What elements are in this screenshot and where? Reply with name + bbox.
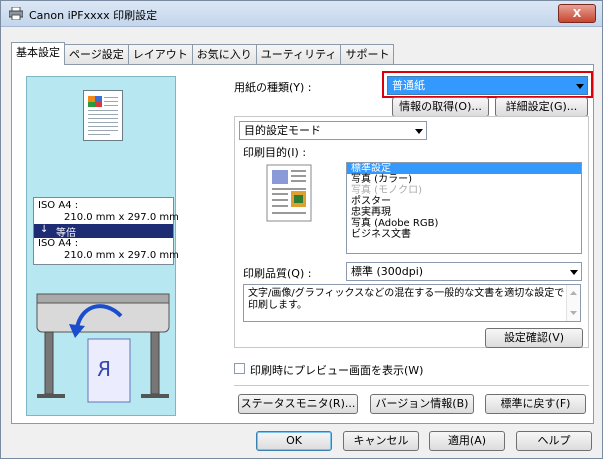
quality-value: 標準 (300dpi) [351,265,424,278]
description-box: 文字/画像/グラフィックスなどの混在する一般的な文書を適切な設定で印刷します。 [243,284,581,322]
tab-bar: 基本設定 ページ設定 レイアウト お気に入り ユーティリティ サポート [11,42,395,65]
list-item: 写真 (モノクロ) [351,185,422,196]
source-dimensions: 210.0 mm x 297.0 mm [64,212,179,223]
version-info-button[interactable]: バージョン情報(B) [370,394,474,414]
status-monitor-button[interactable]: ステータスモニタ(R)... [238,394,358,414]
tab-utility[interactable]: ユーティリティ [255,44,342,65]
apply-button[interactable]: 適用(A) [429,431,505,451]
print-settings-window: Canon iPFxxxx 印刷設定 X 基本設定 ページ設定 レイアウト お気… [0,0,603,459]
output-dimensions: 210.0 mm x 297.0 mm [64,250,179,261]
tab-layout[interactable]: レイアウト [127,44,193,65]
text-line [88,114,118,115]
purpose-list[interactable]: 標準設定 写真 (カラー) 写真 (モノクロ) ポスター 忠実再現 写真 (Ad… [346,162,582,254]
title-bar: Canon iPFxxxx 印刷設定 X [1,1,602,27]
text-line [104,105,118,106]
tab-page-setup[interactable]: ページ設定 [64,44,129,65]
scroll-up-icon[interactable] [570,291,577,295]
help-button[interactable]: ヘルプ [516,431,592,451]
text-line [88,110,118,111]
media-type-value: 普通紙 [392,79,425,92]
preview-checkbox[interactable] [234,363,245,374]
list-item[interactable]: ビジネス文書 [347,229,581,240]
preview-checkbox-label[interactable]: 印刷時にプレビュー画面を表示(W) [250,362,423,378]
divider [234,385,589,386]
details-button[interactable]: 詳細設定(G)... [495,97,588,117]
text-line [104,101,118,102]
tab-support[interactable]: サポート [340,44,395,65]
magnification-row: ↓ 等倍 [34,224,173,239]
media-type-label: 用紙の種類(Y) : [234,81,312,94]
mode-select[interactable]: 目的設定モード [239,121,427,140]
list-item[interactable]: 標準設定 [347,163,581,174]
scroll-down-icon[interactable] [570,311,577,315]
magnification-label: 等倍 [56,228,76,239]
restore-defaults-button[interactable]: 標準に戻す(F) [485,394,586,414]
tab-favorites[interactable]: お気に入り [191,44,257,65]
down-arrow-icon: ↓ [40,224,49,235]
list-item[interactable]: 写真 (Adobe RGB) [347,218,581,229]
description-text: 文字/画像/グラフィックスなどの混在する一般的な文書を適切な設定で印刷します。 [248,288,565,311]
purpose-thumbnail-icon [266,164,312,222]
scrollbar[interactable] [566,285,580,321]
output-size-label: ISO A4 : [38,238,79,249]
list-item[interactable]: 写真 (カラー) [347,174,581,185]
source-size-label: ISO A4 : [38,200,79,211]
chevron-down-icon [415,129,423,134]
purpose-label: 印刷目的(I) : [243,146,307,159]
cancel-button[interactable]: キャンセル [343,431,419,451]
text-line [88,134,110,135]
window-title: Canon iPFxxxx 印刷設定 [29,9,158,22]
paper-size-info: ISO A4 : 210.0 mm x 297.0 mm ↓ 等倍 ISO A4… [33,197,179,265]
get-info-button[interactable]: 情報の取得(O)... [392,97,489,117]
ok-button[interactable]: OK [256,431,332,451]
text-line [88,130,118,131]
tab-basic-settings[interactable]: 基本設定 [11,42,65,65]
text-line [104,97,118,98]
page-preview-thumbnail [83,90,123,141]
text-line [88,126,118,127]
printer-illustration-icon: R [36,293,170,403]
media-type-select[interactable]: 普通紙 [387,76,588,95]
mode-value: 目的設定モード [244,124,321,137]
quality-select[interactable]: 標準 (300dpi) [346,262,582,281]
chevron-down-icon [570,270,578,275]
svg-text:R: R [97,357,111,381]
list-item[interactable]: ポスター [347,196,581,207]
confirm-settings-button[interactable]: 設定確認(V) [485,328,583,348]
text-line [88,118,118,119]
quality-label: 印刷品質(Q) : [243,267,312,280]
list-item[interactable]: 忠実再現 [347,207,581,218]
close-button[interactable]: X [558,4,596,23]
printer-icon [9,7,23,20]
text-line [88,122,118,123]
chevron-down-icon [576,84,584,89]
color-image-icon [88,96,102,107]
